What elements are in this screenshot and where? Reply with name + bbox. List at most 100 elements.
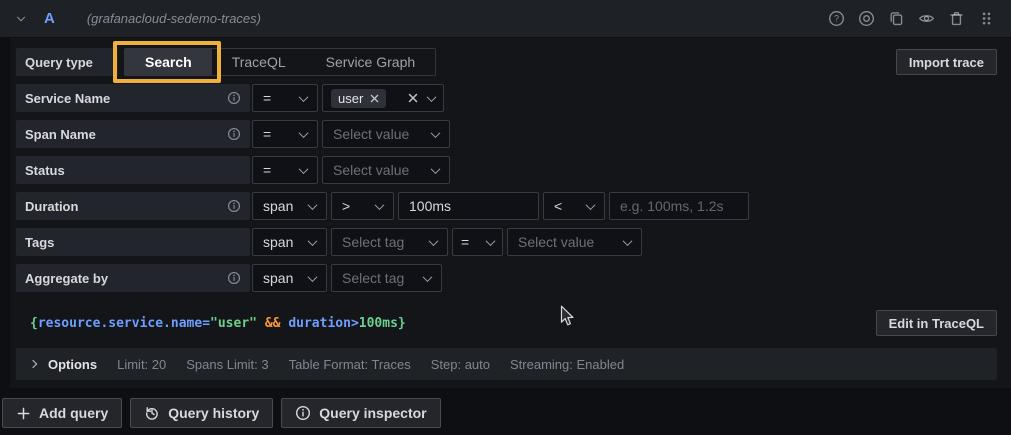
chevron-down-icon	[308, 272, 318, 282]
open-brace-token: {	[30, 316, 38, 331]
filter-row-tags: Tags span Select tag = Select value	[16, 228, 997, 256]
chevron-down-icon	[299, 164, 309, 174]
record-icon[interactable]	[858, 10, 875, 27]
hide-response-eye-icon[interactable]	[918, 10, 935, 27]
info-icon	[227, 199, 241, 213]
close-brace-token: }	[398, 316, 406, 331]
chevron-down-icon	[429, 236, 439, 246]
svg-text:?: ?	[834, 14, 839, 24]
options-toggle[interactable]: Options	[30, 357, 97, 372]
info-icon	[227, 91, 241, 105]
query-row-header[interactable]: A (grafanacloud-sedemo-traces) ?	[0, 0, 1011, 38]
filter-row-aggregate-by: Aggregate by span Select tag	[16, 264, 997, 292]
service-attr-token: resource.service.name	[38, 316, 202, 331]
chevron-down-icon	[299, 92, 309, 102]
status-label: Status	[16, 156, 250, 184]
help-icon[interactable]: ?	[828, 10, 845, 27]
option-streaming: Streaming: Enabled	[510, 357, 624, 372]
chevron-down-icon	[375, 200, 385, 210]
tags-scope-select[interactable]: span	[252, 228, 327, 256]
filter-row-duration: Duration span > <	[16, 192, 997, 220]
info-icon	[227, 127, 241, 141]
query-type-tab-traceql[interactable]: TraceQL	[212, 49, 306, 75]
history-icon	[144, 405, 160, 421]
query-type-label: Query type	[16, 48, 118, 76]
chevron-down-icon	[299, 128, 309, 138]
query-footer: Add query Query history Query inspector	[2, 398, 1011, 428]
datasource-name: (grafanacloud-sedemo-traces)	[87, 11, 261, 26]
aggregate-scope-select[interactable]: span	[252, 264, 327, 292]
filter-row-status: Status = Select value	[16, 156, 997, 184]
service-name-operator-select[interactable]: =	[252, 84, 318, 112]
remove-tag-icon[interactable]	[370, 94, 379, 103]
duration-gt-value-input[interactable]	[399, 198, 538, 214]
query-type-row: Query type Search TraceQL Service Graph …	[16, 48, 997, 76]
aggregate-by-label: Aggregate by	[16, 264, 250, 292]
traceql-preview-row: {resource.service.name="user" && duratio…	[16, 306, 997, 340]
collapse-chevron-down-icon[interactable]	[14, 12, 28, 26]
option-spans-limit: Spans Limit: 3	[186, 357, 268, 372]
chevron-down-icon	[308, 236, 318, 246]
filter-row-service-name: Service Name = user	[16, 84, 997, 112]
span-name-label: Span Name	[16, 120, 250, 148]
duration-gt-operator-select[interactable]: >	[331, 192, 394, 220]
duration-scope-select[interactable]: span	[252, 192, 327, 220]
duration-value-token: 100ms	[359, 316, 398, 331]
option-step: Step: auto	[431, 357, 490, 372]
chevron-down-icon	[308, 200, 318, 210]
service-name-value-combobox[interactable]: user	[322, 84, 444, 112]
duplicate-query-icon[interactable]	[888, 10, 905, 27]
status-operator-select[interactable]: =	[252, 156, 318, 184]
chevron-right-icon	[29, 360, 37, 368]
tags-label: Tags	[16, 228, 250, 256]
grafana-trace-query-editor: { "colors": { "highlight_yellow": "#efb1…	[0, 0, 1011, 435]
span-name-value-select[interactable]: Select value	[322, 120, 450, 148]
query-type-tab-service-graph[interactable]: Service Graph	[306, 49, 435, 75]
options-bar: Options Limit: 20 Spans Limit: 3 Table F…	[16, 348, 997, 380]
edit-in-traceql-button[interactable]: Edit in TraceQL	[876, 310, 997, 336]
service-value-token: "user"	[210, 316, 257, 331]
tags-tag-select[interactable]: Select tag	[331, 228, 448, 256]
info-icon	[227, 271, 241, 285]
option-limit: Limit: 20	[117, 357, 166, 372]
status-value-select[interactable]: Select value	[322, 156, 450, 184]
chevron-down-icon	[486, 236, 496, 246]
duration-attr-token: duration	[288, 316, 351, 331]
query-ref-letter: A	[44, 10, 55, 27]
info-circle-icon	[295, 405, 311, 421]
duration-lt-input-wrap	[609, 192, 749, 220]
drag-handle-icon[interactable]	[978, 10, 995, 27]
query-editor-body: Query type Search TraceQL Service Graph …	[10, 38, 1011, 388]
duration-gt-input-wrap	[398, 192, 539, 220]
span-name-operator-select[interactable]: =	[252, 120, 318, 148]
duration-label: Duration	[16, 192, 250, 220]
eq-operator-token: =	[202, 316, 210, 331]
import-trace-button[interactable]: Import trace	[896, 49, 997, 75]
plus-icon	[16, 406, 31, 421]
filter-row-span-name: Span Name = Select value	[16, 120, 997, 148]
duration-lt-operator-select[interactable]: <	[543, 192, 605, 220]
chevron-down-icon	[427, 92, 437, 102]
duration-lt-value-input[interactable]	[610, 198, 748, 214]
chevron-down-icon	[623, 236, 633, 246]
value-tag-user: user	[331, 89, 386, 108]
chevron-down-icon	[586, 200, 596, 210]
query-type-radio-group: Search TraceQL Service Graph	[124, 48, 436, 76]
gt-operator-token: >	[351, 316, 359, 331]
chevron-down-icon	[431, 164, 441, 174]
option-table-format: Table Format: Traces	[289, 357, 411, 372]
chevron-down-icon	[423, 272, 433, 282]
traceql-preview: {resource.service.name="user" && duratio…	[30, 316, 406, 331]
clear-value-icon[interactable]	[408, 93, 418, 103]
query-inspector-button[interactable]: Query inspector	[281, 398, 440, 428]
tags-value-select[interactable]: Select value	[507, 228, 642, 256]
and-operator-token: &&	[257, 316, 288, 331]
query-type-tab-search[interactable]: Search	[125, 49, 212, 75]
tags-operator-select[interactable]: =	[452, 228, 503, 256]
chevron-down-icon	[431, 128, 441, 138]
add-query-button[interactable]: Add query	[2, 398, 122, 428]
query-history-button[interactable]: Query history	[130, 398, 273, 428]
remove-query-trash-icon[interactable]	[948, 10, 965, 27]
aggregate-tag-select[interactable]: Select tag	[331, 264, 442, 292]
service-name-label: Service Name	[16, 84, 250, 112]
